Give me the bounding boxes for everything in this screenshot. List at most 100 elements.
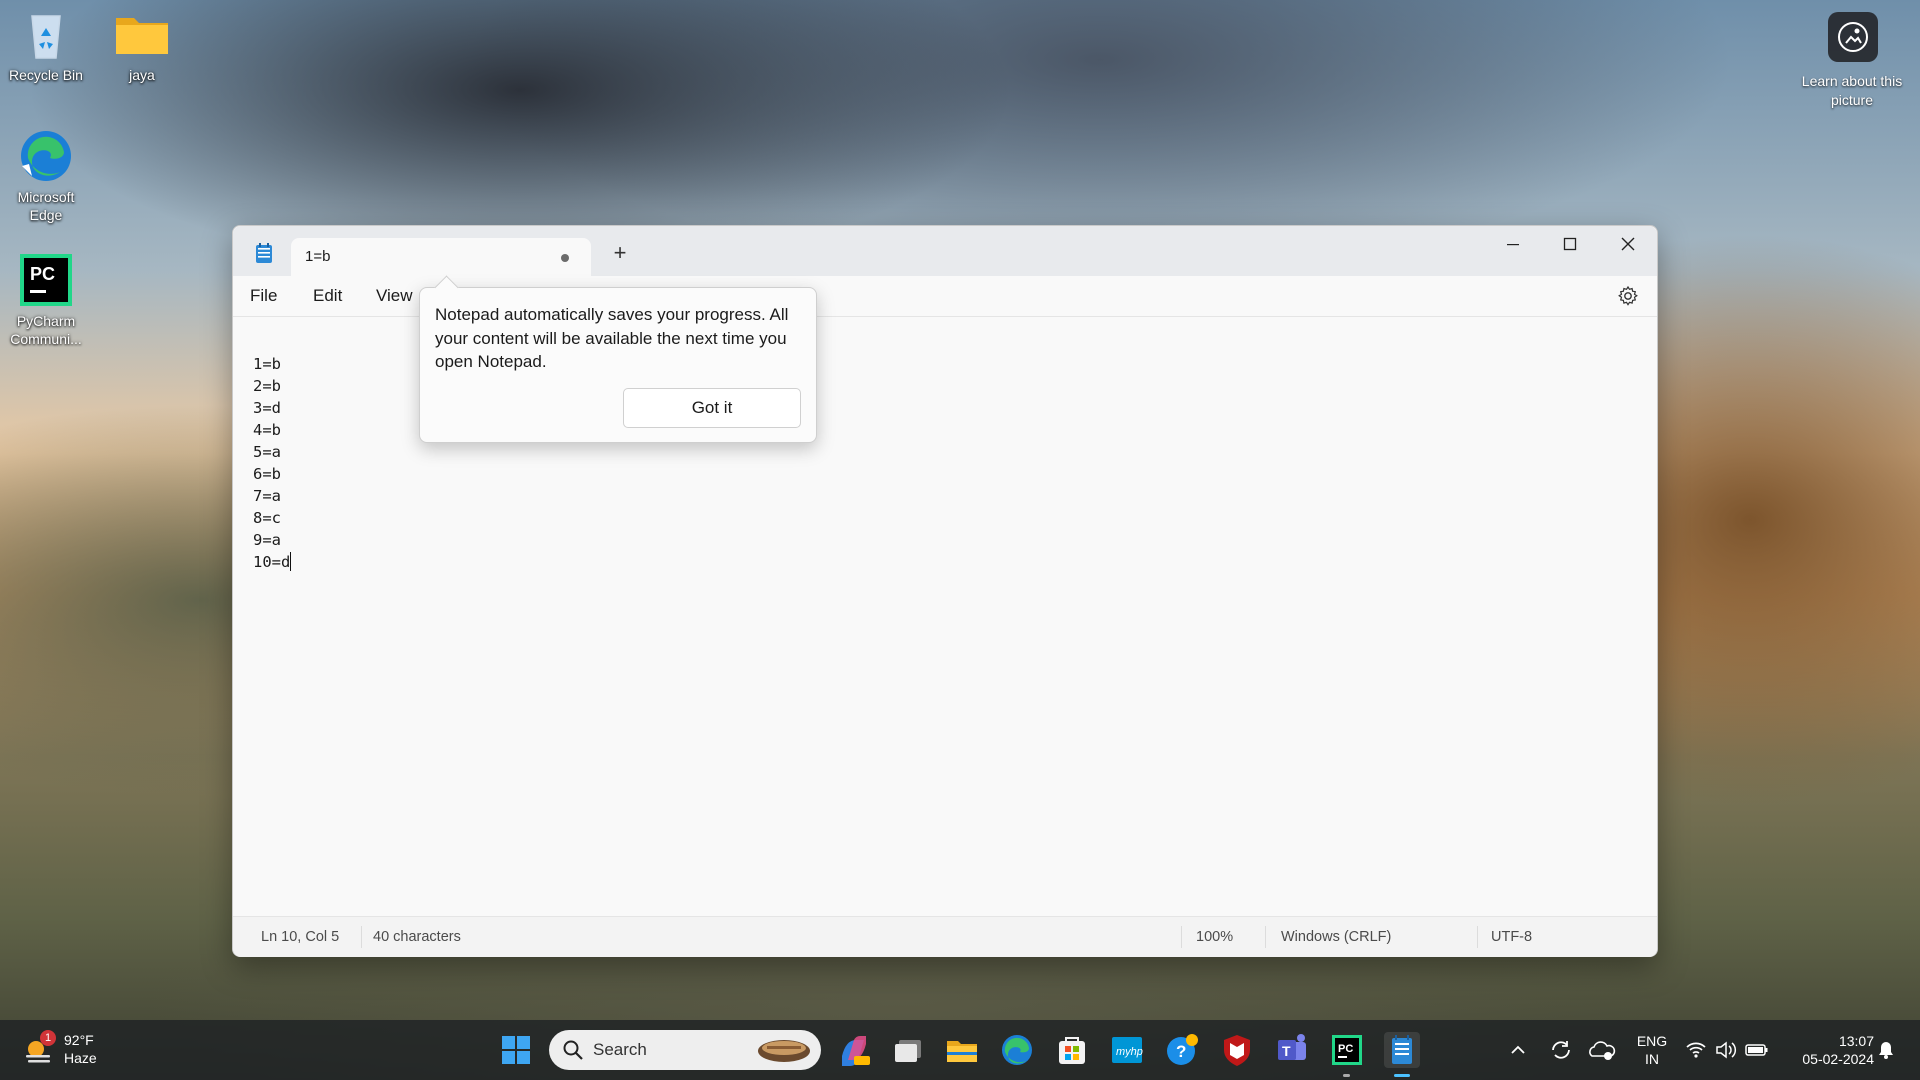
desktop-icon-jaya[interactable]: jaya (96, 6, 188, 84)
autosave-teaching-tip: Notepad automatically saves your progres… (419, 275, 817, 443)
divider (1181, 926, 1182, 948)
language-code: ENG (1636, 1033, 1668, 1049)
tray-network[interactable] (1684, 1032, 1708, 1068)
file-explorer-icon (947, 1041, 977, 1062)
taskbar-task-view[interactable] (890, 1032, 926, 1068)
teams-icon: T (1278, 1034, 1306, 1060)
active-indicator (1394, 1074, 1410, 1077)
svg-text:T: T (1282, 1043, 1291, 1059)
divider (361, 926, 362, 948)
desktop-icon-recycle-bin[interactable]: Recycle Bin (0, 6, 92, 84)
learn-about-picture-label: Learn about this picture (1801, 73, 1903, 108)
status-cursor-position[interactable]: Ln 10, Col 5 (261, 929, 339, 945)
menu-file[interactable]: File (250, 286, 277, 306)
learn-about-picture-button[interactable] (1828, 12, 1878, 62)
weather-temperature: 92°F (64, 1032, 94, 1048)
wifi-icon (1686, 1042, 1706, 1058)
menu-edit[interactable]: Edit (313, 286, 342, 306)
text-line: 8=c (253, 509, 281, 527)
text-line: 5=a (253, 443, 281, 461)
desktop-icon-pycharm[interactable]: PC PyCharm Communi... (0, 252, 92, 348)
status-line-ending[interactable]: Windows (CRLF) (1281, 929, 1391, 945)
speaker-icon (1716, 1041, 1737, 1059)
desktop-icon-label: jaya (129, 67, 155, 83)
show-hidden-icons-button[interactable] (1506, 1032, 1530, 1068)
taskbar-pycharm[interactable]: PC (1329, 1032, 1365, 1077)
search-highlight-icon (758, 1040, 810, 1062)
status-bar: Ln 10, Col 5 40 characters 100% Windows … (233, 916, 1657, 957)
text-line-current: 10=d (253, 551, 292, 573)
clock[interactable]: 13:07 05-02-2024 (1782, 1032, 1874, 1068)
tray-onedrive[interactable] (1586, 1032, 1618, 1068)
maximize-button[interactable] (1541, 226, 1599, 262)
pycharm-icon: PC (18, 252, 74, 308)
running-indicator (1343, 1074, 1350, 1077)
taskbar-copilot[interactable] (836, 1032, 872, 1068)
text-line: 6=b (253, 465, 281, 483)
tray-battery[interactable] (1744, 1032, 1770, 1068)
taskbar-notepad[interactable] (1384, 1032, 1420, 1077)
text-line: 10=d (253, 553, 291, 571)
divider (1265, 926, 1266, 948)
region-code: IN (1645, 1051, 1659, 1067)
taskbar-store[interactable] (1054, 1032, 1090, 1068)
desktop-icon-edge[interactable]: Microsoft Edge (0, 128, 92, 224)
myhp-icon: myhp (1112, 1037, 1143, 1063)
edge-icon (1002, 1035, 1032, 1065)
text-line: 2=b (253, 377, 281, 395)
got-it-button[interactable]: Got it (623, 388, 801, 428)
desktop-icon-label: PyCharm Communi... (10, 313, 82, 347)
svg-text:PC: PC (1338, 1043, 1353, 1055)
start-button[interactable] (498, 1032, 534, 1068)
language-indicator[interactable]: ENG IN (1632, 1032, 1672, 1068)
tab-document[interactable]: 1=b (291, 238, 591, 276)
notification-center-button[interactable] (1874, 1032, 1898, 1068)
tray-sync[interactable] (1546, 1032, 1576, 1068)
search-placeholder: Search (593, 1040, 647, 1059)
unsaved-dot-icon[interactable] (561, 254, 569, 262)
minimize-button[interactable] (1484, 226, 1542, 262)
camera-location-icon (1838, 22, 1868, 52)
new-tab-button[interactable]: + (607, 240, 633, 266)
taskbar-search-box[interactable]: Search (549, 1030, 821, 1070)
menu-view[interactable]: View (376, 286, 413, 306)
taskbar-edge[interactable] (999, 1032, 1035, 1068)
maximize-icon (1563, 237, 1577, 251)
chevron-up-icon (1511, 1045, 1525, 1054)
autosave-message: Notepad automatically saves your progres… (435, 305, 789, 371)
text-line: 1=b (253, 355, 281, 373)
settings-gear-icon[interactable] (1617, 285, 1639, 307)
windows-logo-icon (502, 1036, 530, 1064)
taskbar-mcafee[interactable] (1219, 1032, 1255, 1068)
taskbar-teams[interactable]: T (1274, 1032, 1310, 1068)
tray-volume[interactable] (1714, 1032, 1738, 1068)
text-line: 4=b (253, 421, 281, 439)
search-icon (563, 1040, 583, 1060)
status-character-count: 40 characters (373, 929, 461, 945)
taskbar-get-help[interactable]: ? (1164, 1032, 1200, 1068)
status-zoom[interactable]: 100% (1196, 929, 1233, 945)
minimize-icon (1507, 244, 1519, 246)
edge-icon (18, 128, 74, 184)
taskbar: 1 92°F Haze Search myhp ? T PC ENG IN 13… (0, 1020, 1920, 1080)
title-bar[interactable]: 1=b + (233, 226, 1657, 276)
copilot-icon (842, 1036, 870, 1066)
text-line: 3=d (253, 399, 281, 417)
taskbar-file-explorer[interactable] (944, 1032, 980, 1068)
close-button[interactable] (1599, 226, 1657, 262)
svg-text:myhp: myhp (1116, 1046, 1143, 1058)
weather-widget[interactable]: 1 92°F Haze (20, 1030, 130, 1070)
divider (1477, 926, 1478, 948)
status-encoding[interactable]: UTF-8 (1491, 929, 1532, 945)
notepad-icon (1392, 1035, 1412, 1064)
microsoft-store-icon (1059, 1037, 1085, 1064)
taskbar-myhp[interactable]: myhp (1109, 1032, 1145, 1068)
pycharm-icon: PC (1332, 1035, 1362, 1065)
sync-icon (1552, 1041, 1570, 1059)
mcafee-shield-icon (1224, 1035, 1250, 1066)
desktop: Recycle Bin jaya Microsoft Edge PC PyCha… (0, 0, 1920, 1080)
text-line: 9=a (253, 531, 281, 549)
weather-badge: 1 (40, 1030, 56, 1046)
battery-icon (1745, 1044, 1768, 1056)
weather-condition: Haze (64, 1050, 97, 1066)
